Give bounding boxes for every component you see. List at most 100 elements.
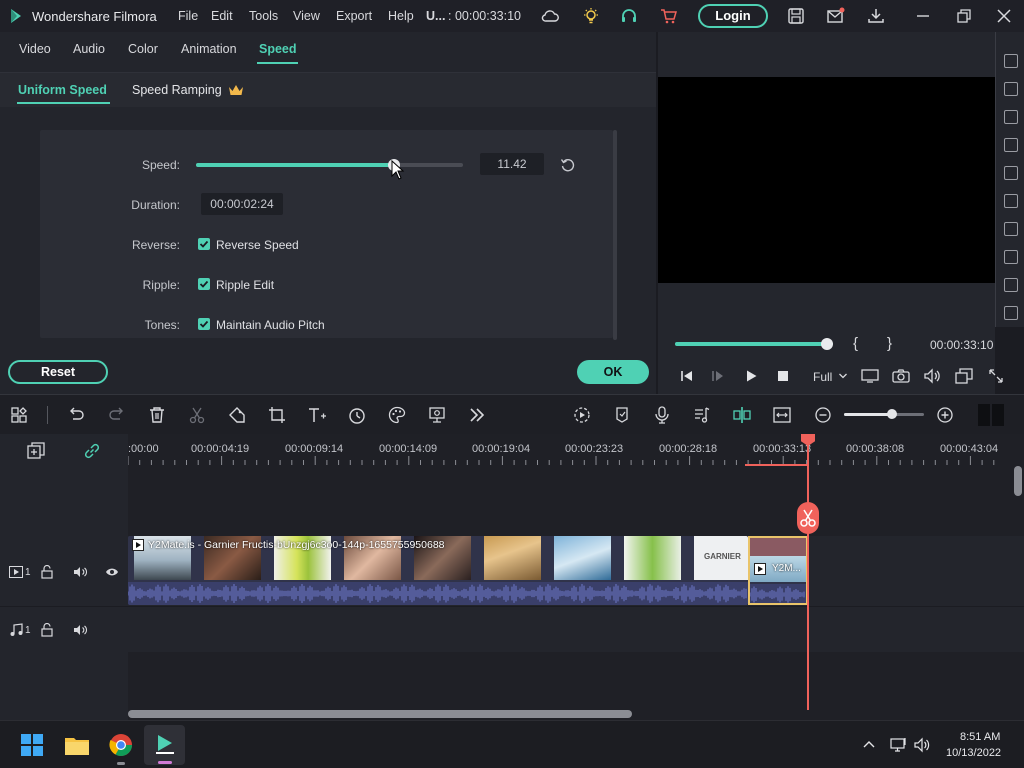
file-explorer-icon[interactable] <box>64 733 90 757</box>
preview-screen[interactable] <box>658 77 995 283</box>
crop-icon[interactable] <box>268 406 286 424</box>
fit-timeline-icon[interactable] <box>772 406 792 424</box>
settings-scrollbar[interactable] <box>613 130 617 340</box>
network-icon[interactable] <box>890 737 908 753</box>
snap-icon[interactable] <box>732 406 752 424</box>
cloud-icon[interactable] <box>541 8 559 24</box>
reverse-speed-checkbox[interactable] <box>198 238 210 250</box>
subtab-uniform-speed[interactable]: Uniform Speed <box>18 83 107 97</box>
menu-edit[interactable]: Edit <box>211 9 233 23</box>
strip-box[interactable] <box>1004 82 1018 96</box>
video-clip[interactable]: GARNIER Y2Mate.is - Garnier Fructis-bUnz… <box>128 536 748 605</box>
tab-speed[interactable]: Speed <box>259 42 297 56</box>
add-track-icon[interactable] <box>27 442 45 460</box>
save-icon[interactable] <box>787 7 805 25</box>
ok-button[interactable]: OK <box>577 360 649 384</box>
maintain-pitch-checkbox[interactable] <box>198 318 210 330</box>
zoom-slider-knob[interactable] <box>887 409 897 419</box>
lock-icon[interactable] <box>41 623 53 637</box>
strip-box[interactable] <box>1004 54 1018 68</box>
speaker-icon[interactable] <box>73 565 87 579</box>
filmora-taskbar-button[interactable] <box>144 725 185 765</box>
close-icon[interactable] <box>996 8 1012 24</box>
timeline-scrollbar-horizontal[interactable] <box>128 710 632 718</box>
headset-icon[interactable] <box>620 7 638 25</box>
strip-box[interactable] <box>1004 194 1018 208</box>
strip-box[interactable] <box>1004 222 1018 236</box>
subtab-speed-ramping[interactable]: Speed Ramping <box>132 83 222 97</box>
ripple-edit-label[interactable]: Ripple Edit <box>216 278 274 292</box>
speaker-icon[interactable] <box>73 623 87 637</box>
split-scissors-button[interactable] <box>797 502 819 534</box>
chevron-down-icon[interactable] <box>838 371 848 381</box>
speed-timer-icon[interactable] <box>348 406 366 424</box>
reset-button[interactable]: Reset <box>8 360 108 384</box>
menu-help[interactable]: Help <box>388 9 414 23</box>
render-preview-icon[interactable] <box>573 406 591 424</box>
color-palette-icon[interactable] <box>388 406 406 424</box>
tab-color[interactable]: Color <box>128 42 158 56</box>
timeline-scrollbar-vertical[interactable] <box>1014 466 1022 496</box>
restore-icon[interactable] <box>956 8 972 24</box>
ripple-edit-checkbox[interactable] <box>198 278 210 290</box>
preview-progress-track[interactable] <box>675 338 833 350</box>
more-tools-icon[interactable] <box>469 406 485 424</box>
play-icon[interactable] <box>744 369 758 383</box>
tab-animation[interactable]: Animation <box>181 42 237 56</box>
strip-box[interactable] <box>1004 138 1018 152</box>
green-screen-icon[interactable] <box>428 406 446 424</box>
zoom-out-icon[interactable] <box>814 406 832 424</box>
zoom-in-icon[interactable] <box>936 406 954 424</box>
login-button[interactable]: Login <box>698 4 768 28</box>
menu-view[interactable]: View <box>293 9 320 23</box>
download-icon[interactable] <box>867 7 885 25</box>
strip-box[interactable] <box>1004 250 1018 264</box>
chevron-up-icon[interactable] <box>862 738 876 752</box>
quality-select[interactable]: Full <box>813 370 832 384</box>
clock-date[interactable]: 10/13/2022 <box>946 747 1001 759</box>
clock-time[interactable]: 8:51 AM <box>960 731 1000 743</box>
speed-value-input[interactable]: 11.42 <box>480 153 544 175</box>
strip-box[interactable] <box>1004 166 1018 180</box>
windows-start-icon[interactable] <box>20 733 44 757</box>
speed-slider-track[interactable] <box>196 159 463 171</box>
marker-icon[interactable] <box>613 406 631 424</box>
text-icon[interactable] <box>307 406 327 424</box>
mark-out-button[interactable]: } <box>887 335 892 352</box>
selected-video-clip[interactable]: Y2M... <box>748 536 808 605</box>
menu-file[interactable]: File <box>178 9 198 23</box>
zoom-slider-track[interactable] <box>844 409 924 419</box>
tag-icon[interactable] <box>228 406 246 424</box>
reverse-speed-label[interactable]: Reverse Speed <box>216 238 299 252</box>
reset-speed-icon[interactable] <box>560 157 576 173</box>
strip-box[interactable] <box>1004 110 1018 124</box>
layout-icon[interactable] <box>11 407 29 423</box>
volume-icon[interactable] <box>913 737 931 753</box>
cart-icon[interactable] <box>660 7 678 25</box>
panel-toggle-icon[interactable] <box>977 403 1005 427</box>
strip-box[interactable] <box>1004 306 1018 320</box>
audio-mixer-icon[interactable] <box>693 406 711 424</box>
pip-icon[interactable] <box>955 368 973 384</box>
link-icon[interactable] <box>83 442 101 460</box>
lock-icon[interactable] <box>41 565 53 579</box>
tab-audio[interactable]: Audio <box>73 42 105 56</box>
preview-progress-knob[interactable] <box>821 338 833 350</box>
cut-icon[interactable] <box>188 406 206 424</box>
menu-tools[interactable]: Tools <box>249 9 278 23</box>
bulb-icon[interactable] <box>582 7 600 25</box>
play-frame-icon[interactable] <box>711 369 725 383</box>
tab-video[interactable]: Video <box>19 42 51 56</box>
duration-value[interactable]: 00:00:02:24 <box>201 193 283 215</box>
delete-icon[interactable] <box>148 406 166 424</box>
snapshot-icon[interactable] <box>892 368 910 384</box>
fullscreen-icon[interactable] <box>988 368 1004 384</box>
menu-export[interactable]: Export <box>336 9 372 23</box>
maintain-pitch-label[interactable]: Maintain Audio Pitch <box>216 318 325 332</box>
timeline-ruler[interactable]: :00:00 00:00:04:19 00:00:09:14 00:00:14:… <box>128 434 1024 468</box>
strip-box[interactable] <box>1004 278 1018 292</box>
prev-frame-icon[interactable] <box>680 369 694 383</box>
chrome-icon[interactable] <box>109 733 133 757</box>
playhead-line[interactable] <box>807 442 809 710</box>
redo-icon[interactable] <box>108 407 126 423</box>
